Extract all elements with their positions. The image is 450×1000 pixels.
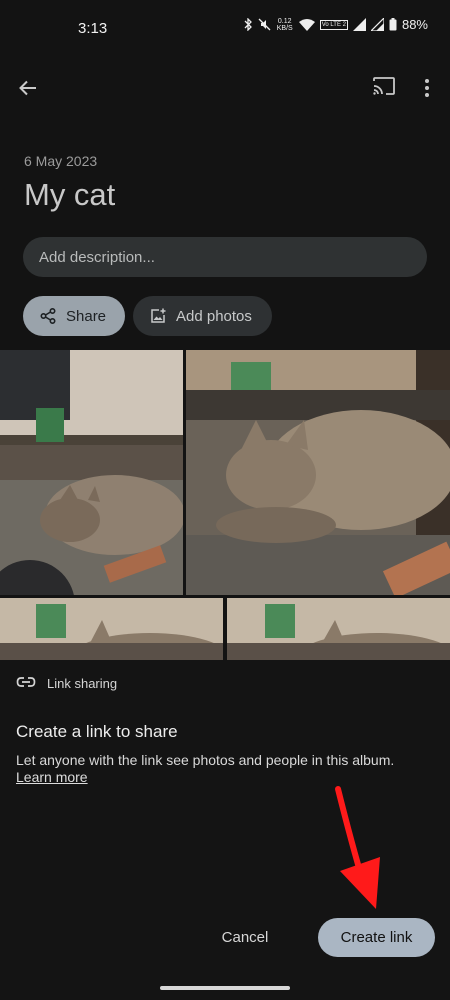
photo-thumbnail[interactable] bbox=[186, 350, 450, 595]
net-speed: 0.12 KB/S bbox=[276, 18, 294, 32]
battery-level: 88% bbox=[401, 17, 428, 32]
battery-icon bbox=[389, 18, 397, 31]
signal-icon bbox=[352, 18, 366, 31]
sheet-title: Create a link to share bbox=[16, 722, 178, 741]
photo-thumbnail[interactable] bbox=[227, 598, 450, 660]
net-speed-value: 0.12 bbox=[277, 17, 292, 25]
add-photos-button[interactable]: Add photos bbox=[133, 296, 272, 336]
cat-photo-3 bbox=[0, 598, 223, 660]
back-button[interactable] bbox=[14, 74, 42, 102]
wifi-icon bbox=[298, 18, 315, 31]
sheet-header: Link sharing bbox=[47, 676, 118, 691]
album-title[interactable]: My cat bbox=[24, 177, 115, 213]
more-options-button[interactable] bbox=[418, 76, 436, 100]
arrow-back-icon bbox=[19, 80, 36, 96]
create-link-button[interactable]: Create link bbox=[318, 918, 435, 957]
add-photos-label: Add photos bbox=[176, 307, 252, 325]
cancel-button[interactable]: Cancel bbox=[214, 920, 276, 954]
net-speed-unit: KB/S bbox=[276, 24, 293, 32]
bluetooth-icon bbox=[244, 18, 252, 31]
album-date: 6 May 2023 bbox=[24, 153, 98, 169]
photo-thumbnail[interactable] bbox=[0, 598, 223, 660]
annotation-arrow-icon bbox=[335, 786, 380, 909]
cast-button[interactable] bbox=[372, 76, 400, 100]
photo-thumbnail[interactable] bbox=[0, 350, 183, 595]
share-icon bbox=[40, 308, 56, 324]
signal-icon-2 bbox=[370, 18, 384, 31]
cast-icon bbox=[373, 77, 395, 95]
share-button[interactable]: Share bbox=[23, 296, 125, 336]
lte-badge: Vo LTE 2 bbox=[319, 19, 348, 30]
learn-more-link[interactable]: Learn more bbox=[16, 769, 88, 785]
link-icon bbox=[16, 677, 36, 687]
more-vert-icon bbox=[425, 79, 429, 97]
share-label: Share bbox=[66, 307, 107, 325]
cat-photo-4 bbox=[227, 598, 450, 660]
cat-photo-2 bbox=[186, 350, 450, 595]
status-icons: 0.12 KB/S Vo LTE 2 88% bbox=[243, 17, 428, 32]
mute-icon bbox=[258, 18, 271, 31]
status-time: 3:13 bbox=[78, 20, 108, 37]
cat-photo-1 bbox=[0, 350, 183, 595]
home-gesture-handle[interactable] bbox=[160, 986, 290, 990]
description-input[interactable] bbox=[23, 237, 427, 277]
sheet-body: Let anyone with the link see photos and … bbox=[16, 752, 395, 768]
add-photo-icon bbox=[151, 308, 166, 323]
